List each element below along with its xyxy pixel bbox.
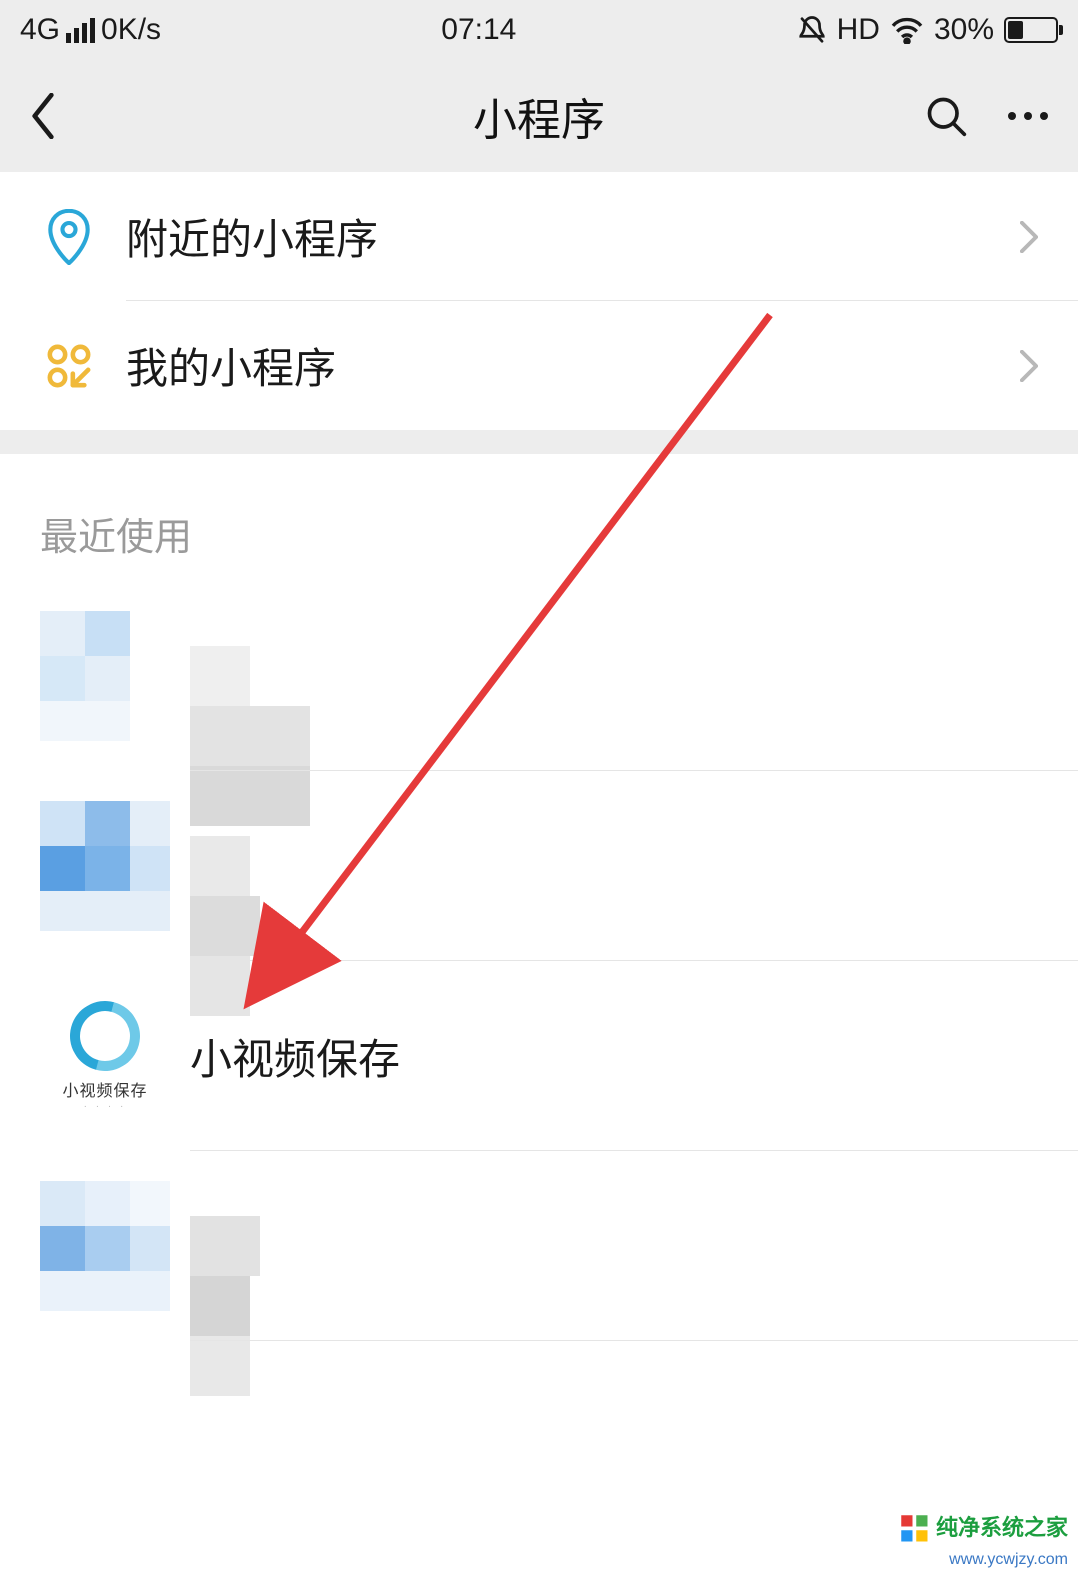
- more-button[interactable]: [1008, 112, 1048, 120]
- status-left: 4G 0K/s: [20, 13, 161, 47]
- logo-subcaption: · · · ·: [84, 1101, 127, 1112]
- menu-nearby-label: 附近的小程序: [126, 206, 1020, 267]
- divider: [190, 1340, 1078, 1341]
- menu-mine-label: 我的小程序: [126, 335, 1020, 396]
- page-title: 小程序: [180, 84, 898, 148]
- battery-pct: 30%: [934, 13, 994, 47]
- hd-label: HD: [837, 13, 880, 47]
- list-item[interactable]: [40, 771, 1078, 961]
- location-icon: [46, 209, 92, 265]
- app-label: 小视频保存: [190, 1026, 1038, 1087]
- menu-section: 附近的小程序 我的小程序: [0, 172, 1078, 430]
- watermark-logo-icon: [900, 1514, 930, 1544]
- app-label: [190, 1216, 1038, 1276]
- watermark-url: www.ycwjzy.com: [949, 1551, 1068, 1568]
- grid-icon: [46, 343, 92, 389]
- network-label: 4G: [20, 13, 60, 47]
- app-icon: [40, 611, 170, 741]
- recent-list: 小视频保存 · · · · 小视频保存: [0, 581, 1078, 1341]
- app-icon: 小视频保存 · · · ·: [40, 991, 170, 1121]
- app-icon: [40, 801, 170, 931]
- clock: 07:14: [441, 13, 516, 47]
- status-right: HD 30%: [797, 13, 1058, 47]
- list-item[interactable]: [40, 1151, 1078, 1341]
- ring-logo-icon: [57, 988, 153, 1084]
- list-item-video-save[interactable]: 小视频保存 · · · · 小视频保存: [40, 961, 1078, 1151]
- app-icon: [40, 1181, 170, 1311]
- chevron-right-icon: [1020, 221, 1038, 253]
- app-label: [190, 646, 1038, 706]
- recent-header: 最近使用: [0, 454, 1078, 581]
- wifi-icon: [890, 16, 924, 44]
- watermark-title: 纯净系统之家: [936, 1514, 1068, 1539]
- list-item[interactable]: [40, 581, 1078, 771]
- menu-mine[interactable]: 我的小程序: [0, 301, 1078, 430]
- app-label: [190, 836, 1038, 896]
- chevron-right-icon: [1020, 350, 1038, 382]
- recent-section: 最近使用: [0, 454, 1078, 1341]
- nav-bar: 小程序: [0, 60, 1078, 172]
- menu-nearby[interactable]: 附近的小程序: [0, 172, 1078, 301]
- search-button[interactable]: [924, 94, 968, 138]
- battery-icon: [1004, 17, 1058, 43]
- back-button[interactable]: [30, 93, 56, 139]
- speed-label: 0K/s: [101, 13, 161, 47]
- mute-icon: [797, 15, 827, 45]
- status-bar: 4G 0K/s 07:14 HD 30%: [0, 0, 1078, 60]
- signal-icon: [66, 18, 95, 43]
- logo-caption: 小视频保存: [62, 1077, 147, 1101]
- section-gap: [0, 430, 1078, 454]
- watermark: 纯净系统之家 www.ycwjzy.com: [900, 1514, 1068, 1570]
